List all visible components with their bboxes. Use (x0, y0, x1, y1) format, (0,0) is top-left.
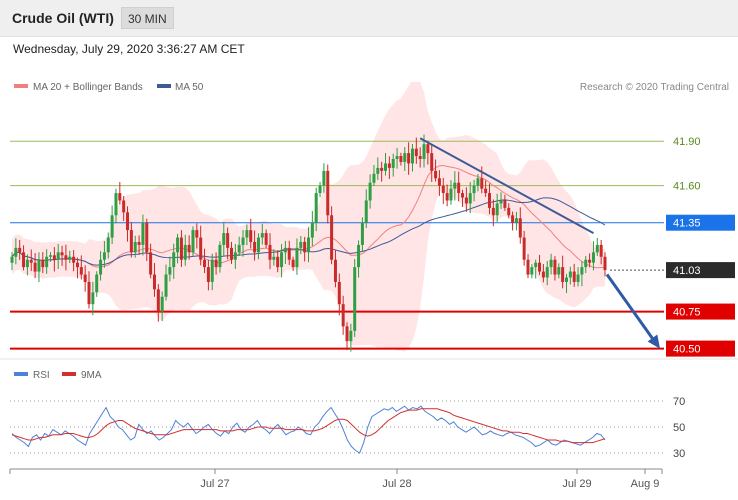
ma20-legend-swatch (14, 84, 28, 88)
level-label: 41.60 (673, 181, 701, 193)
rsi-ma-legend-label: 9MA (81, 370, 102, 381)
level-labels-layer: 41.90 41.60 41.35 41.03 40.75 40.50 (666, 136, 735, 357)
level-label: 41.35 (673, 218, 701, 230)
candle (318, 181, 322, 198)
rsi-ma-line (11, 408, 606, 444)
candle (345, 322, 349, 351)
rsi-line (11, 405, 606, 454)
rsi-legend-swatch (14, 372, 28, 376)
credit: Research © 2020 Trading Central (580, 82, 729, 93)
rsi-legend-label: RSI (33, 370, 50, 381)
level-label: 40.75 (673, 307, 701, 319)
candle (191, 226, 195, 256)
level-label: 41.03 (673, 265, 701, 277)
rsi-layer: 70 50 30 (10, 396, 685, 460)
ma20-legend-label: MA 20 + Bollinger Bands (33, 82, 143, 93)
x-tick-label: Jul 29 (562, 478, 591, 490)
ma50-legend-swatch (157, 84, 171, 88)
level-label: 41.90 (673, 136, 701, 148)
ma50-legend-label: MA 50 (175, 82, 204, 93)
rsi-tick-label: 30 (673, 448, 685, 460)
x-axis: Jul 27 Jul 28 Jul 29 Aug 9 (9, 469, 663, 490)
rsi-ma-legend-swatch (62, 372, 76, 376)
x-tick-label: Aug 9 (631, 478, 660, 490)
x-tick-label: Jul 27 (200, 478, 229, 490)
price-chart: MA 20 + Bollinger Bands MA 50 Research ©… (0, 82, 738, 490)
candle (95, 271, 99, 297)
rsi-tick-label: 50 (673, 422, 685, 434)
candle (326, 164, 330, 224)
candle (353, 259, 357, 337)
level-label: 40.50 (673, 344, 701, 356)
forecast-arrow (605, 273, 656, 342)
x-tick-label: Jul 28 (382, 478, 411, 490)
rsi-tick-label: 70 (673, 396, 685, 408)
